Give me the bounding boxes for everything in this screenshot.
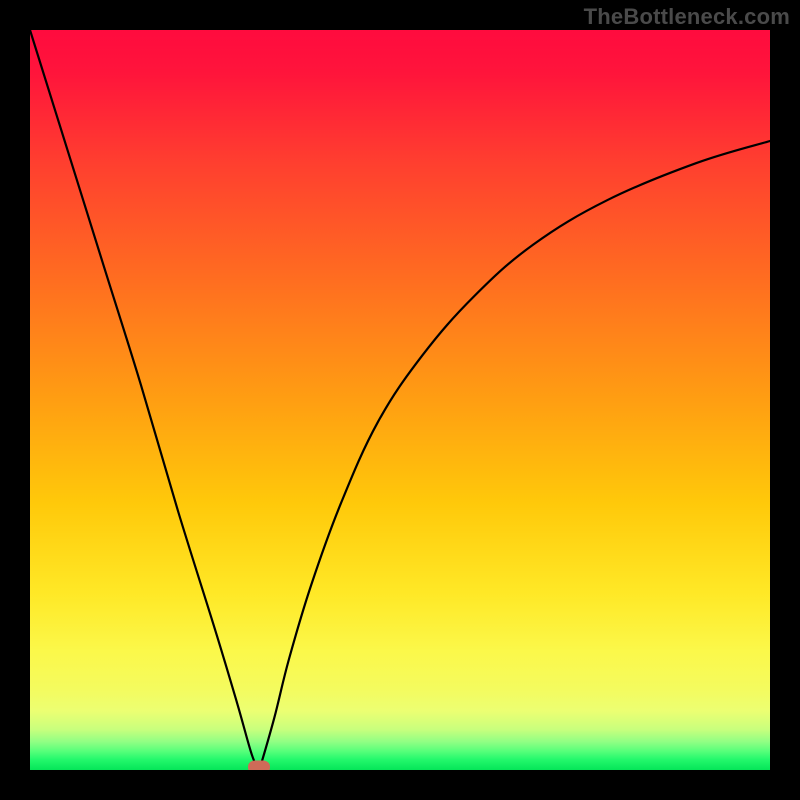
minimum-marker (248, 761, 270, 771)
plot-area (30, 30, 770, 770)
watermark-text: TheBottleneck.com (584, 4, 790, 30)
chart-frame: TheBottleneck.com (0, 0, 800, 800)
bottleneck-curve (30, 30, 770, 770)
